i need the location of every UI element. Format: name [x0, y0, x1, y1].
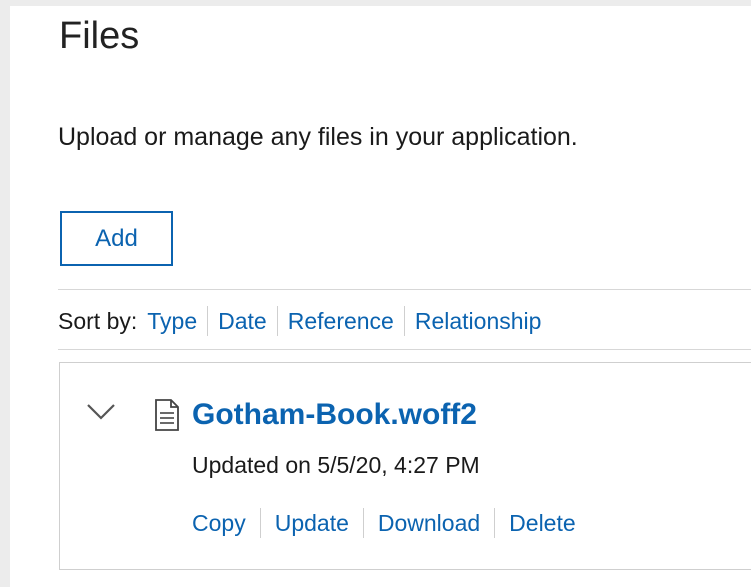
- sort-bar: Sort by: Type Date Reference Relationshi…: [58, 305, 551, 337]
- file-actions: Copy Update Download Delete: [192, 507, 590, 539]
- file-name-link[interactable]: Gotham-Book.woff2: [192, 396, 477, 434]
- update-link[interactable]: Update: [261, 510, 363, 537]
- file-card: Gotham-Book.woff2 Updated on 5/5/20, 4:2…: [59, 362, 751, 570]
- divider-bottom: [58, 349, 751, 350]
- divider-top: [58, 289, 751, 290]
- download-link[interactable]: Download: [364, 510, 494, 537]
- sort-by-type-link[interactable]: Type: [147, 308, 207, 335]
- files-page: Files Upload or manage any files in your…: [10, 6, 751, 587]
- sort-by-reference-link[interactable]: Reference: [278, 308, 404, 335]
- add-button[interactable]: Add: [60, 211, 173, 266]
- document-icon: [154, 399, 180, 431]
- page-description: Upload or manage any files in your appli…: [58, 123, 578, 151]
- sort-label: Sort by:: [58, 307, 138, 334]
- sort-by-relationship-link[interactable]: Relationship: [405, 308, 552, 335]
- sort-by-date-link[interactable]: Date: [208, 308, 277, 335]
- copy-link[interactable]: Copy: [192, 510, 260, 537]
- chevron-down-icon[interactable]: [85, 401, 117, 423]
- page-title: Files: [59, 15, 140, 57]
- file-updated-timestamp: Updated on 5/5/20, 4:27 PM: [192, 452, 480, 478]
- delete-link[interactable]: Delete: [495, 510, 589, 537]
